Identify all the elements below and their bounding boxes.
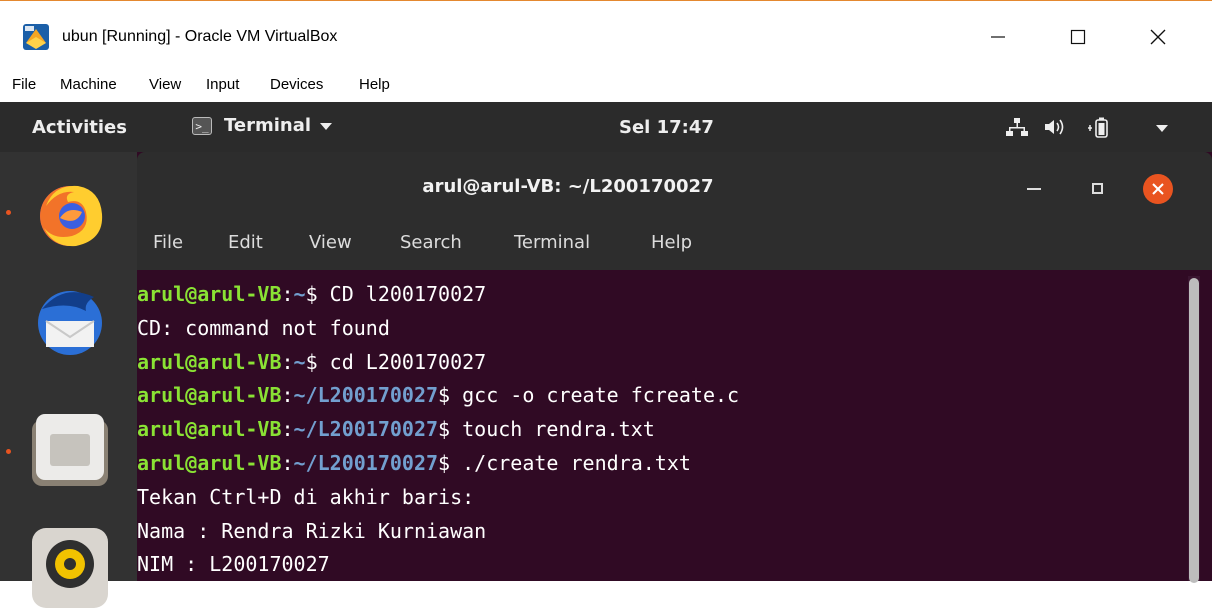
rhythmbox-icon[interactable] <box>24 524 116 616</box>
menu-file[interactable]: File <box>12 76 36 93</box>
terminal-maximize-button[interactable] <box>1092 183 1103 194</box>
prompt-colon: : <box>281 282 294 306</box>
terminal-minimize-button[interactable] <box>1027 188 1041 190</box>
prompt-path: ~ <box>293 282 306 306</box>
terminal-menu-file[interactable]: File <box>153 232 183 253</box>
host-window-titlebar: ubun [Running] - Oracle VM VirtualBox <box>0 0 1212 70</box>
virtualbox-logo-icon <box>23 24 49 50</box>
prompt-colon: : <box>281 349 294 374</box>
ubuntu-dock <box>0 152 137 608</box>
output-text: Nama : Rendra Rizki Kurniawan <box>137 518 487 543</box>
output-text: NIM : L200170027 <box>137 552 330 577</box>
firefox-icon[interactable] <box>24 166 116 258</box>
prompt-user: arul@arul-VB <box>137 383 282 408</box>
menu-view[interactable]: View <box>149 76 181 93</box>
ubuntu-topbar: Activities >_ Terminal Sel 17:47 <box>0 102 1212 152</box>
thunderbird-icon[interactable] <box>24 277 116 369</box>
terminal-line: Tekan Ctrl+D di akhir baris: <box>137 481 474 515</box>
output-text: CD: command not found <box>137 315 390 340</box>
terminal-line: CD: command not found <box>137 312 390 346</box>
system-menu-chevron-icon[interactable] <box>1155 124 1169 134</box>
close-icon <box>1152 183 1164 195</box>
terminal-header: arul@arul-VB: ~/L200170027 File Edit Vie… <box>137 152 1212 270</box>
terminal-line: NIM : L200170027 <box>137 548 330 581</box>
prompt-path: ~/L200170027 <box>293 417 439 442</box>
terminal-title: arul@arul-VB: ~/L200170027 <box>422 176 714 197</box>
terminal-line: arul@arul-VB:~/L200170027$ gcc -o create… <box>137 379 739 413</box>
menu-machine[interactable]: Machine <box>60 76 117 93</box>
command-text: $ gcc -o create fcreate.c <box>438 383 740 408</box>
command-text: $ ./create rendra.txt <box>438 451 691 475</box>
battery-icon[interactable] <box>1086 117 1112 139</box>
host-menubar: File Machine View Input Devices Help <box>0 70 1212 102</box>
terminal-line: Nama : Rendra Rizki Kurniawan <box>137 515 486 549</box>
prompt-colon: : <box>281 417 294 442</box>
terminal-line: arul@arul-VB:~$ cd L200170027 <box>137 346 486 380</box>
terminal-close-button[interactable] <box>1143 174 1173 204</box>
volume-icon[interactable] <box>1044 117 1066 137</box>
prompt-user: arul@arul-VB <box>137 282 282 306</box>
prompt-user: arul@arul-VB <box>137 349 282 374</box>
terminal-scrollbar-thumb[interactable] <box>1189 278 1199 583</box>
prompt-colon: : <box>281 383 294 408</box>
prompt-path: ~/L200170027 <box>293 383 439 408</box>
network-icon[interactable] <box>1006 117 1028 137</box>
menu-input[interactable]: Input <box>206 76 239 93</box>
command-text: $ cd L200170027 <box>305 349 487 374</box>
prompt-path: ~ <box>293 349 306 374</box>
terminal-app-icon: >_ <box>192 116 212 135</box>
command-text: $ CD l200170027 <box>305 282 487 306</box>
close-icon <box>1150 29 1166 45</box>
command-text: $ touch rendra.txt <box>438 417 655 442</box>
terminal-line: arul@arul-VB:~/L200170027$ touch rendra.… <box>137 413 655 447</box>
running-indicator <box>6 449 11 454</box>
running-indicator <box>6 210 11 215</box>
prompt-path: ~/L200170027 <box>293 451 439 475</box>
host-window-title: ubun [Running] - Oracle VM VirtualBox <box>62 28 338 45</box>
terminal-line: arul@arul-VB:~$ CD l200170027 <box>137 278 486 312</box>
menu-devices[interactable]: Devices <box>270 76 323 93</box>
app-menu-label: Terminal <box>224 115 312 136</box>
window-minimize-button[interactable] <box>975 19 1021 55</box>
window-maximize-button[interactable] <box>1055 19 1101 55</box>
app-menu-terminal[interactable]: >_ Terminal <box>192 115 333 136</box>
terminal-line: arul@arul-VB:~/L200170027$ ./create rend… <box>137 447 691 481</box>
terminal-output[interactable]: arul@arul-VB:~$ CD l200170027 CD: command… <box>137 278 1177 581</box>
prompt-user: arul@arul-VB <box>137 451 282 475</box>
prompt-colon: : <box>281 451 294 475</box>
terminal-menu-help[interactable]: Help <box>651 232 692 253</box>
window-close-button[interactable] <box>1135 19 1181 55</box>
terminal-menu-edit[interactable]: Edit <box>228 232 263 253</box>
clock[interactable]: Sel 17:47 <box>619 117 714 138</box>
output-text: Tekan Ctrl+D di akhir baris: <box>137 484 475 509</box>
minimize-icon <box>991 36 1005 38</box>
menu-help[interactable]: Help <box>359 76 390 93</box>
terminal-menu-view[interactable]: View <box>309 232 352 253</box>
files-icon[interactable] <box>24 404 116 496</box>
activities-button[interactable]: Activities <box>32 117 127 138</box>
maximize-icon <box>1070 29 1086 45</box>
chevron-down-icon <box>320 122 333 130</box>
prompt-user: arul@arul-VB <box>137 417 282 442</box>
terminal-scrollbar[interactable] <box>1188 276 1200 583</box>
terminal-menu-terminal[interactable]: Terminal <box>514 232 590 253</box>
terminal-window: arul@arul-VB: ~/L200170027 File Edit Vie… <box>137 152 1212 583</box>
terminal-menu-search[interactable]: Search <box>400 232 462 253</box>
